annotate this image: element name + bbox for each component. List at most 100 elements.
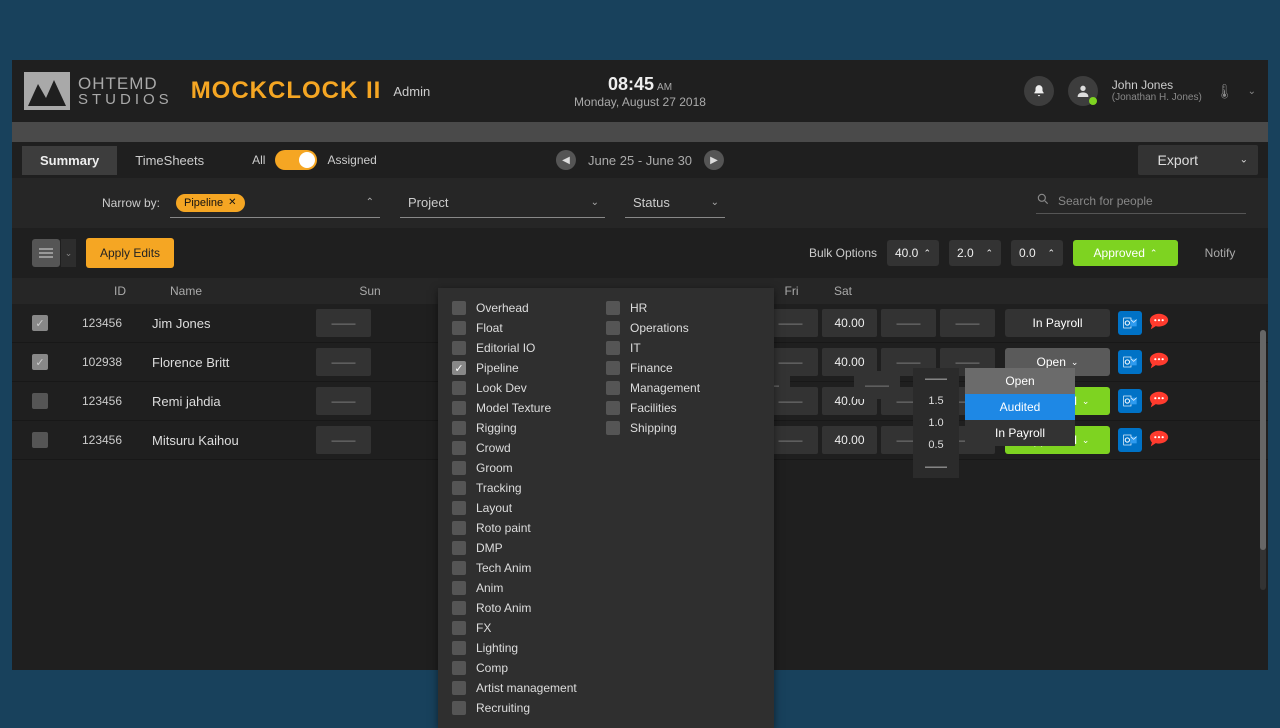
tab-summary[interactable]: Summary (22, 146, 117, 175)
user-info[interactable]: John Jones (Jonathan H. Jones) (1112, 78, 1202, 104)
project-option[interactable]: ✓Pipeline (452, 358, 606, 378)
bulk-action-menu[interactable]: ⌄ (32, 239, 76, 267)
project-option[interactable]: FX (452, 618, 606, 638)
project-option[interactable]: Model Texture (452, 398, 606, 418)
outlook-icon[interactable] (1118, 428, 1142, 452)
next-week-icon[interactable]: ▶ (704, 150, 724, 170)
cell-total[interactable]: 40.00 (822, 309, 877, 337)
bulk-status-open[interactable]: Open (965, 368, 1075, 394)
project-option[interactable]: Anim (452, 578, 606, 598)
header-right: John Jones (Jonathan H. Jones) 🌡 ⌄ (1024, 76, 1256, 106)
project-option[interactable]: Crowd (452, 438, 606, 458)
row-status-button[interactable]: In Payroll (1005, 309, 1110, 337)
row-checkbox[interactable] (32, 432, 48, 448)
row-checkbox[interactable]: ✓ (32, 354, 48, 370)
filter-row: Narrow by: Pipeline ✕ ⌃ Project ⌄ Status… (12, 178, 1268, 228)
bulk-val-opt[interactable]: 1.5 (913, 390, 959, 412)
clock-time: 08:45 (608, 74, 654, 94)
row-notify (1118, 389, 1170, 413)
project-option[interactable]: Facilities (606, 398, 760, 418)
export-button[interactable]: Export ⌄ (1138, 145, 1258, 175)
scrollbar[interactable] (1260, 330, 1266, 590)
bulk-status-approved[interactable]: Approved⌃ (1073, 240, 1178, 266)
cell-sun[interactable]: —— (316, 426, 371, 454)
project-option[interactable]: Look Dev (452, 378, 606, 398)
project-option[interactable]: Overhead (452, 298, 606, 318)
project-option[interactable]: Tech Anim (452, 558, 606, 578)
project-option[interactable]: Groom (452, 458, 606, 478)
bulk-status-inpayroll[interactable]: In Payroll (965, 420, 1075, 446)
bulk-status-dropdown[interactable]: Open Audited In Payroll (965, 368, 1075, 446)
thermometer-icon[interactable]: 🌡 (1216, 83, 1234, 100)
prev-week-icon[interactable]: ◀ (556, 150, 576, 170)
bulk-status-audited[interactable]: Audited (965, 394, 1075, 420)
bulk-val-opt[interactable]: —— (913, 456, 959, 478)
checkbox-icon (452, 581, 466, 595)
presence-dot-icon (1089, 97, 1097, 105)
app-window: OHTEMD STUDIOS MOCKCLOCK II Admin 08:45A… (12, 60, 1268, 670)
outlook-icon[interactable] (1118, 350, 1142, 374)
bulk-val-opt[interactable]: —— (913, 368, 959, 390)
bulk-value-dropdown[interactable]: —— 1.5 1.0 0.5 —— (913, 368, 959, 478)
project-option[interactable]: Lighting (452, 638, 606, 658)
chat-icon[interactable] (1148, 350, 1170, 372)
avatar-icon[interactable] (1068, 76, 1098, 106)
project-dropdown[interactable]: OverheadFloatEditorial IO✓PipelineLook D… (438, 288, 774, 728)
clock: 08:45AM Monday, August 27 2018 (574, 74, 706, 109)
assignment-switch[interactable] (275, 150, 317, 170)
checkbox-icon (452, 541, 466, 555)
project-option[interactable]: Comp (452, 658, 606, 678)
checkbox-icon (452, 401, 466, 415)
project-option[interactable]: Rigging (452, 418, 606, 438)
project-option[interactable]: DMP (452, 538, 606, 558)
checkbox-icon (452, 441, 466, 455)
chat-icon[interactable] (1148, 428, 1170, 450)
status-select[interactable]: Status ⌄ (625, 188, 725, 218)
project-select[interactable]: Project ⌄ (400, 188, 605, 218)
cell-extra2[interactable]: —— (940, 309, 995, 337)
bulk-value-1[interactable]: 40.0⌃ (887, 240, 939, 266)
bulk-val-opt[interactable]: 1.0 (913, 412, 959, 434)
project-option[interactable]: Management (606, 378, 760, 398)
notifications-icon[interactable] (1024, 76, 1054, 106)
project-option[interactable]: Roto Anim (452, 598, 606, 618)
cell-sun[interactable]: —— (316, 348, 371, 376)
project-option[interactable]: Tracking (452, 478, 606, 498)
outlook-icon[interactable] (1118, 311, 1142, 335)
row-checkbox[interactable] (32, 393, 48, 409)
project-option[interactable]: Finance (606, 358, 760, 378)
project-option[interactable]: HR (606, 298, 760, 318)
cell-sun[interactable]: —— (316, 309, 371, 337)
project-option[interactable]: Artist management (452, 678, 606, 698)
org-name: OHTEMD STUDIOS (78, 75, 173, 107)
date-range-text[interactable]: June 25 - June 30 (588, 153, 692, 168)
narrow-by-select[interactable]: Pipeline ✕ ⌃ (170, 188, 380, 218)
cell-extra1[interactable]: —— (881, 309, 936, 337)
project-option[interactable]: Editorial IO (452, 338, 606, 358)
tab-timesheets[interactable]: TimeSheets (117, 146, 222, 175)
apply-edits-button[interactable]: Apply Edits (86, 238, 174, 268)
row-checkbox[interactable]: ✓ (32, 315, 48, 331)
project-option[interactable]: Roto paint (452, 518, 606, 538)
chat-icon[interactable] (1148, 389, 1170, 411)
bulk-value-2[interactable]: 2.0⌃ (949, 240, 1001, 266)
cell-total[interactable]: 40.00 (822, 426, 877, 454)
outlook-icon[interactable] (1118, 389, 1142, 413)
project-option[interactable]: Operations (606, 318, 760, 338)
cell-sun[interactable]: —— (316, 387, 371, 415)
project-option[interactable]: Recruiting (452, 698, 606, 718)
search-input[interactable]: Search for people (1036, 192, 1246, 214)
col-fri: Fri (770, 284, 813, 298)
project-option[interactable]: Float (452, 318, 606, 338)
close-icon[interactable]: ✕ (228, 197, 236, 208)
project-option[interactable]: Layout (452, 498, 606, 518)
chat-icon[interactable] (1148, 311, 1170, 333)
bulk-val-opt[interactable]: 0.5 (913, 434, 959, 456)
scrollbar-thumb[interactable] (1260, 330, 1266, 550)
org-logo-icon (24, 72, 70, 110)
top-header: OHTEMD STUDIOS MOCKCLOCK II Admin 08:45A… (12, 60, 1268, 122)
user-menu-caret-icon[interactable]: ⌄ (1248, 86, 1256, 97)
project-option[interactable]: IT (606, 338, 760, 358)
app-title: MOCKCLOCK II (191, 77, 382, 105)
project-option[interactable]: Shipping (606, 418, 760, 438)
